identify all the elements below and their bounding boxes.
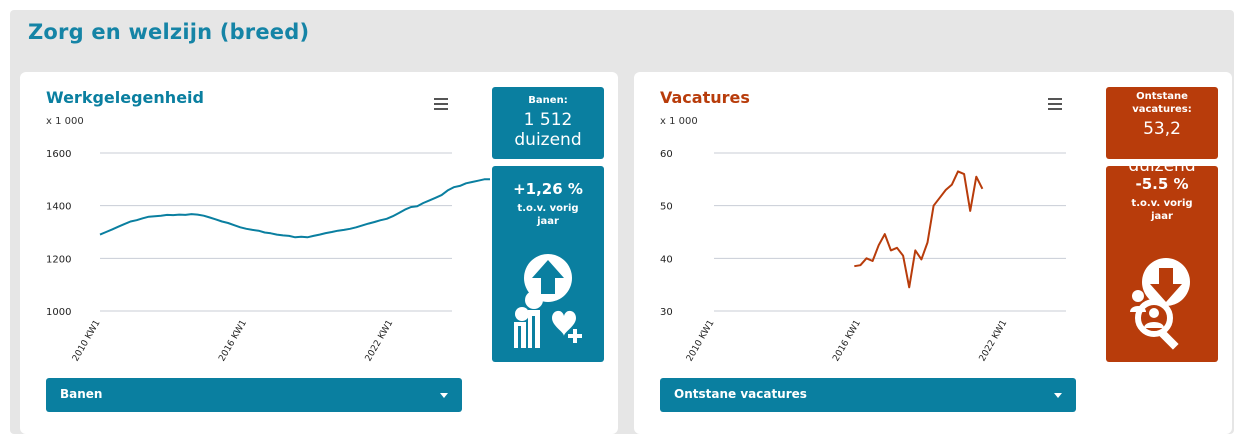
jobs-change-value: +1,26 % [513,180,583,198]
y-tick-label: 1200 [46,254,71,265]
arrow-up-people-heart-icon [514,254,582,348]
x-tick-label: 2022 KW1 [978,319,1010,364]
y-tick-label: 1600 [46,149,71,160]
series-select-dropdown[interactable]: Ontstane vacatures [660,378,1076,412]
series-line [99,178,490,239]
y-tick-label: 40 [660,254,673,265]
x-tick-label: 2016 KW1 [831,319,863,364]
dropdown-selected-label: Ontstane vacatures [674,387,807,401]
dashboard-page: Zorg en welzijn (breed) Werkgelegenheid … [10,10,1234,434]
vacancies-panel: Vacatures x 1 000 30 40 50 60 2010 KW1 2016 K… [634,72,1232,434]
vacancies-change-value: -5.5 % [1135,175,1189,193]
chevron-down-icon [440,393,448,398]
employment-panel: Werkgelegenheid x 1 000 1000 1200 1400 1600… [20,72,618,434]
jobs-stat-value: 1 512 [523,110,573,130]
x-tick-label: 2016 KW1 [217,319,249,364]
dropdown-selected-label: Banen [60,387,103,401]
vacancies-stat-box: Ontstane vacatures: 53,2 [1106,87,1218,159]
y-tick-label: 60 [660,149,673,160]
jobs-change-label: t.o.v. vorig jaar [517,203,579,227]
vacancies-stat-label: Ontstane vacatures: [1132,91,1192,115]
vacancies-change-label: t.o.v. vorig jaar [1131,198,1193,222]
jobs-stat-label: Banen: [528,95,568,106]
jobs-change-box: +1,26 % t.o.v. vorig jaar [492,166,604,362]
page-title: Zorg en welzijn (breed) [28,20,310,44]
y-tick-label: 1000 [46,307,71,318]
employment-chart: 1000 1200 1400 1600 2010 KW1 2016 KW1 2022 KW1 [46,149,490,364]
series-line [854,170,984,289]
x-tick-label: 2022 KW1 [364,319,396,364]
chevron-down-icon [1054,393,1062,398]
series-select-dropdown[interactable]: Banen [46,378,462,412]
vacancies-chart: 30 40 50 60 2010 KW1 2016 KW1 2022 KW1 [660,149,1066,364]
jobs-stat-box: Banen: 1 512 duizend [492,87,604,159]
x-tick-label: 2010 KW1 [685,319,717,364]
vacancies-change-box: duizend -5.5 % t.o.v. vorig jaar [1106,166,1218,362]
y-tick-label: 30 [660,307,673,318]
y-tick-label: 50 [660,202,673,213]
arrow-down-magnifier-person-icon [1130,258,1190,350]
vacancies-stat-unit: duizend [1128,166,1196,176]
jobs-stat-unit: duizend [514,130,582,150]
vacancies-stat-value: 53,2 [1143,119,1181,139]
x-tick-label: 2010 KW1 [71,319,103,364]
y-tick-label: 1400 [46,202,71,213]
